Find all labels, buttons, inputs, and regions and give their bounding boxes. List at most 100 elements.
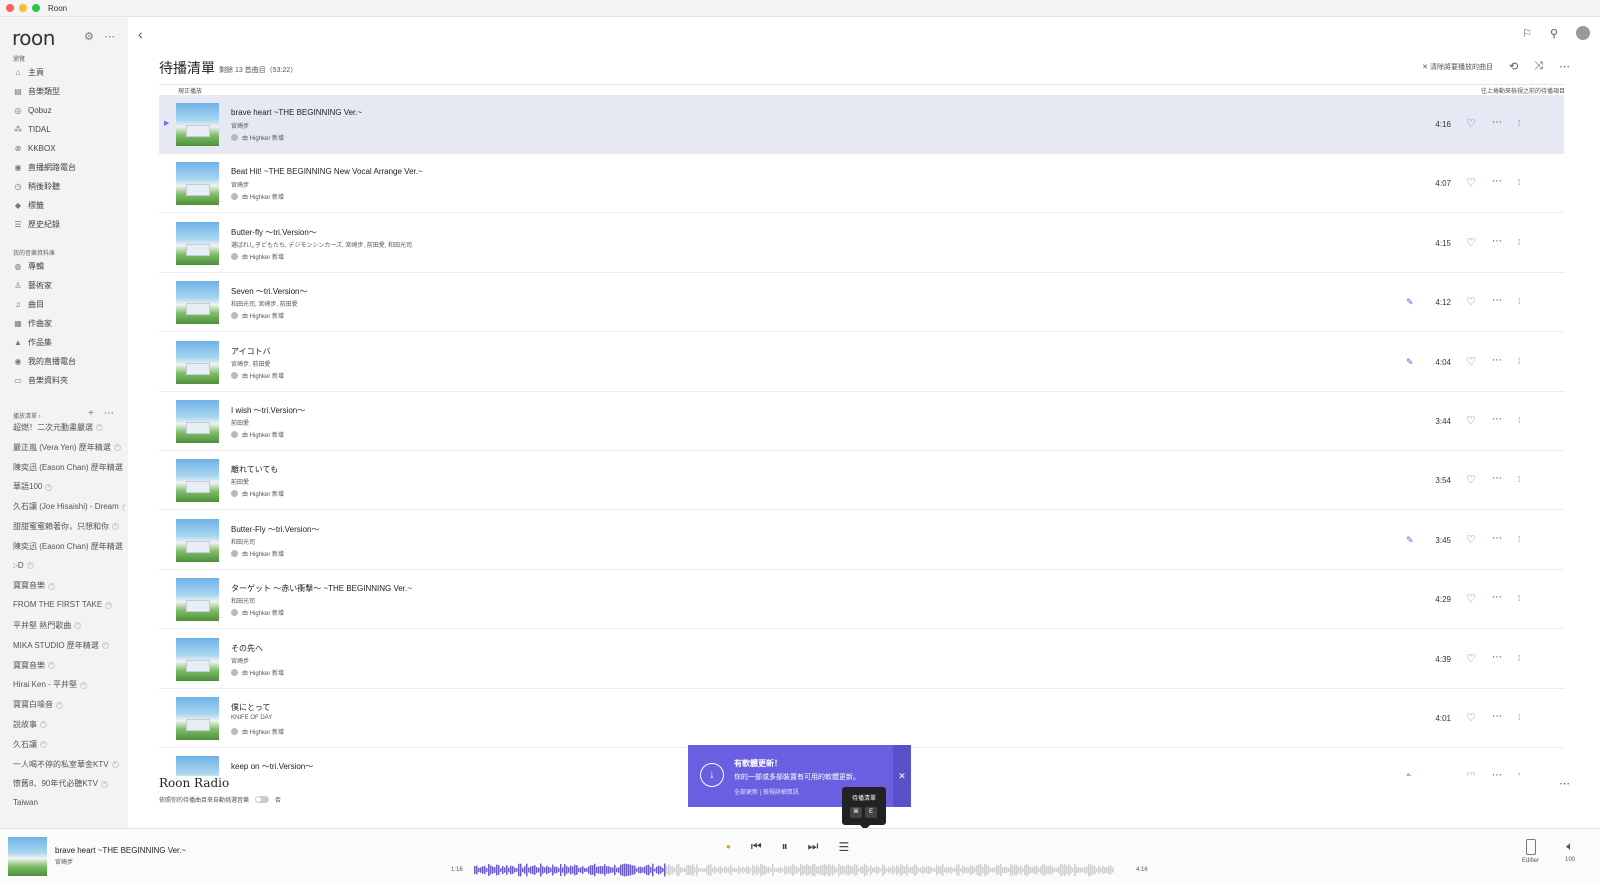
remove-playlist-icon[interactable]: ×: [48, 661, 55, 669]
remove-playlist-icon[interactable]: ×: [74, 622, 82, 630]
remove-playlist-icon[interactable]: ×: [101, 642, 109, 650]
playlist-item[interactable]: 久石讓 ×: [13, 739, 125, 750]
track-more-icon[interactable]: ⋯: [1492, 236, 1503, 247]
track-title[interactable]: 離れていても: [231, 464, 278, 475]
sidebar-item-browse-6[interactable]: ◷ 稍後聆聽: [13, 179, 61, 193]
heart-icon[interactable]: ♡: [1466, 236, 1476, 249]
drag-handle-icon[interactable]: ⁞: [1518, 357, 1520, 366]
now-playing-title[interactable]: brave heart ~THE BEGINNING Ver.~: [55, 846, 186, 855]
notification-links[interactable]: 全部更新 | 檢視詳細資訊: [734, 787, 799, 796]
sidebar-item-library-3[interactable]: ▦ 作曲家: [13, 316, 52, 330]
playlist-item[interactable]: 平井堅 熱門歌曲 ×: [13, 620, 125, 631]
track-title[interactable]: Butter-Fly ～tri.Version～: [231, 524, 319, 535]
track-more-icon[interactable]: ⋯: [1492, 117, 1503, 128]
bookmark-icon[interactable]: ⚐: [1522, 27, 1532, 40]
remove-playlist-icon[interactable]: ×: [121, 503, 125, 511]
track-title[interactable]: I wish ～tri.Version～: [231, 405, 305, 416]
track-more-icon[interactable]: ⋯: [1492, 176, 1503, 187]
drag-handle-icon[interactable]: ⁞: [1518, 594, 1520, 603]
zone-selector[interactable]: Edifier: [1522, 839, 1539, 864]
add-playlist-icon[interactable]: +: [88, 408, 94, 419]
track-title[interactable]: brave heart ~THE BEGINNING Ver.~: [231, 108, 362, 117]
queue-row[interactable]: 離れていても 前田愛由 Highker 新增 3:54 ♡ ⋯ ⁞: [159, 451, 1564, 511]
gear-icon[interactable]: ⚙: [84, 30, 94, 43]
pause-icon[interactable]: ⏸: [782, 839, 788, 854]
queue-row[interactable]: 僕にとって KNIFE OF DAY 由 Highker 新增 4:01 ♡ ⋯ ⁞: [159, 689, 1564, 748]
track-title[interactable]: その先へ: [231, 643, 263, 654]
playlist-item[interactable]: MIKA STUDIO 歷年精選 ×: [13, 640, 125, 651]
remove-playlist-icon[interactable]: ×: [112, 523, 119, 531]
more-options-icon[interactable]: ⋯: [104, 30, 115, 43]
album-art[interactable]: [176, 697, 219, 740]
album-art[interactable]: [176, 103, 219, 146]
heart-icon[interactable]: ♡: [1466, 652, 1476, 665]
album-art[interactable]: [176, 340, 219, 384]
heart-icon[interactable]: ♡: [1466, 473, 1476, 486]
heart-icon[interactable]: ♡: [1466, 711, 1476, 724]
heart-icon[interactable]: ♡: [1466, 176, 1476, 189]
track-artist[interactable]: 宮崎步: [231, 656, 249, 665]
previous-track-icon[interactable]: ⏮: [751, 839, 762, 854]
drag-handle-icon[interactable]: ⁞: [1518, 772, 1520, 776]
playlists-section-label[interactable]: 播放清單 ›: [13, 411, 41, 420]
track-more-icon[interactable]: ⋯: [1492, 652, 1503, 663]
now-playing-artist[interactable]: 宮崎步: [55, 857, 73, 866]
track-artist[interactable]: 和田光司: [231, 537, 255, 546]
remove-playlist-icon[interactable]: ×: [45, 483, 53, 491]
roon-logo[interactable]: roon: [12, 26, 55, 50]
playlist-more-icon[interactable]: ⋯: [104, 408, 114, 419]
sidebar-item-browse-3[interactable]: ⁂ TIDAL: [13, 122, 51, 136]
heart-icon[interactable]: ♡: [1466, 295, 1476, 308]
sidebar-item-browse-2[interactable]: ◎ Qobuz: [13, 103, 52, 117]
sidebar-item-library-6[interactable]: ▭ 音樂資料夾: [13, 373, 68, 387]
notification-close-icon[interactable]: ✕: [893, 745, 911, 807]
track-artist[interactable]: 宮崎步: [231, 180, 249, 189]
remove-playlist-icon[interactable]: ×: [100, 780, 108, 788]
album-art[interactable]: [176, 281, 219, 325]
drag-handle-icon[interactable]: ⁞: [1518, 238, 1520, 247]
queue-row[interactable]: Beat Hit! ~THE BEGINNING New Vocal Arran…: [159, 154, 1564, 214]
heart-icon[interactable]: ♡: [1466, 592, 1476, 605]
track-title[interactable]: Beat Hit! ~THE BEGINNING New Vocal Arran…: [231, 167, 423, 176]
track-title[interactable]: Butter-fly ～tri.Version～: [231, 227, 317, 238]
radio-more-icon[interactable]: ⋯: [1559, 777, 1570, 790]
track-artist[interactable]: 和田光司, 宮崎步, 前田愛: [231, 299, 298, 308]
sidebar-item-library-2[interactable]: ♫ 曲目: [13, 297, 44, 311]
queue-row[interactable]: Seven ～tri.Version～ 和田光司, 宮崎步, 前田愛由 Highk…: [159, 273, 1564, 333]
playlist-item[interactable]: 超燃！二次元動畫嚴選 ×: [13, 422, 125, 433]
queue-row[interactable]: I wish ～tri.Version～ 前田愛由 Highker 新增 3:44 ♡…: [159, 392, 1564, 451]
track-more-icon[interactable]: ⋯: [1492, 711, 1503, 722]
queue-row[interactable]: アイコトバ 宮崎步, 前田愛由 Highker 新增 ✎ 4:04 ♡ ⋯ ⁞: [159, 333, 1564, 392]
track-artist[interactable]: 宮崎步: [231, 121, 249, 130]
queue-icon[interactable]: ☰: [838, 840, 849, 854]
playlist-item[interactable]: 寶寶音樂 ×: [13, 660, 125, 671]
remove-playlist-icon[interactable]: ×: [26, 561, 34, 569]
track-title[interactable]: ターゲット ～赤い衝撃～ ~THE BEGINNING Ver.~: [231, 583, 412, 594]
album-art[interactable]: [176, 637, 219, 681]
sidebar-item-browse-1[interactable]: ▤ 音樂類型: [13, 84, 60, 98]
album-art[interactable]: [176, 578, 219, 622]
sidebar-item-browse-4[interactable]: ⊗ KKBOX: [13, 141, 56, 155]
drag-handle-icon[interactable]: ⁞: [1518, 297, 1520, 306]
pin-icon[interactable]: ✎: [1406, 297, 1414, 308]
next-track-icon[interactable]: ⏭: [808, 839, 819, 854]
heart-icon[interactable]: ♡: [1466, 770, 1476, 776]
queue-more-icon[interactable]: ⋯: [1559, 60, 1570, 73]
queue-row[interactable]: Butter-Fly ～tri.Version～ 和田光司由 Highker 新增…: [159, 511, 1564, 570]
sidebar-item-library-4[interactable]: ▲ 作品集: [13, 335, 52, 349]
album-art[interactable]: [176, 459, 219, 503]
drag-handle-icon[interactable]: ⁞: [1518, 475, 1520, 484]
track-title[interactable]: keep on ～tri.Version～: [231, 761, 313, 772]
playlist-item[interactable]: 久石讓 (Joe Hisaishi) - Dream×: [13, 501, 125, 512]
pin-icon[interactable]: ✎: [1406, 535, 1414, 546]
sidebar-item-browse-5[interactable]: ◉ 直播網路電台: [13, 160, 77, 174]
queue-row[interactable]: その先へ 宮崎步由 Highker 新增 4:39 ♡ ⋯ ⁞: [159, 630, 1564, 689]
track-more-icon[interactable]: ⋯: [1492, 295, 1503, 306]
remove-playlist-icon[interactable]: ×: [48, 582, 55, 590]
repeat-icon[interactable]: ⟲: [1509, 60, 1518, 73]
track-artist[interactable]: 前田愛: [231, 477, 249, 486]
pin-icon[interactable]: ✎: [1406, 357, 1414, 368]
volume-control[interactable]: 🔈︎ 100: [1565, 839, 1575, 863]
album-art[interactable]: [176, 518, 219, 562]
back-arrow-icon[interactable]: ‹: [138, 26, 143, 42]
